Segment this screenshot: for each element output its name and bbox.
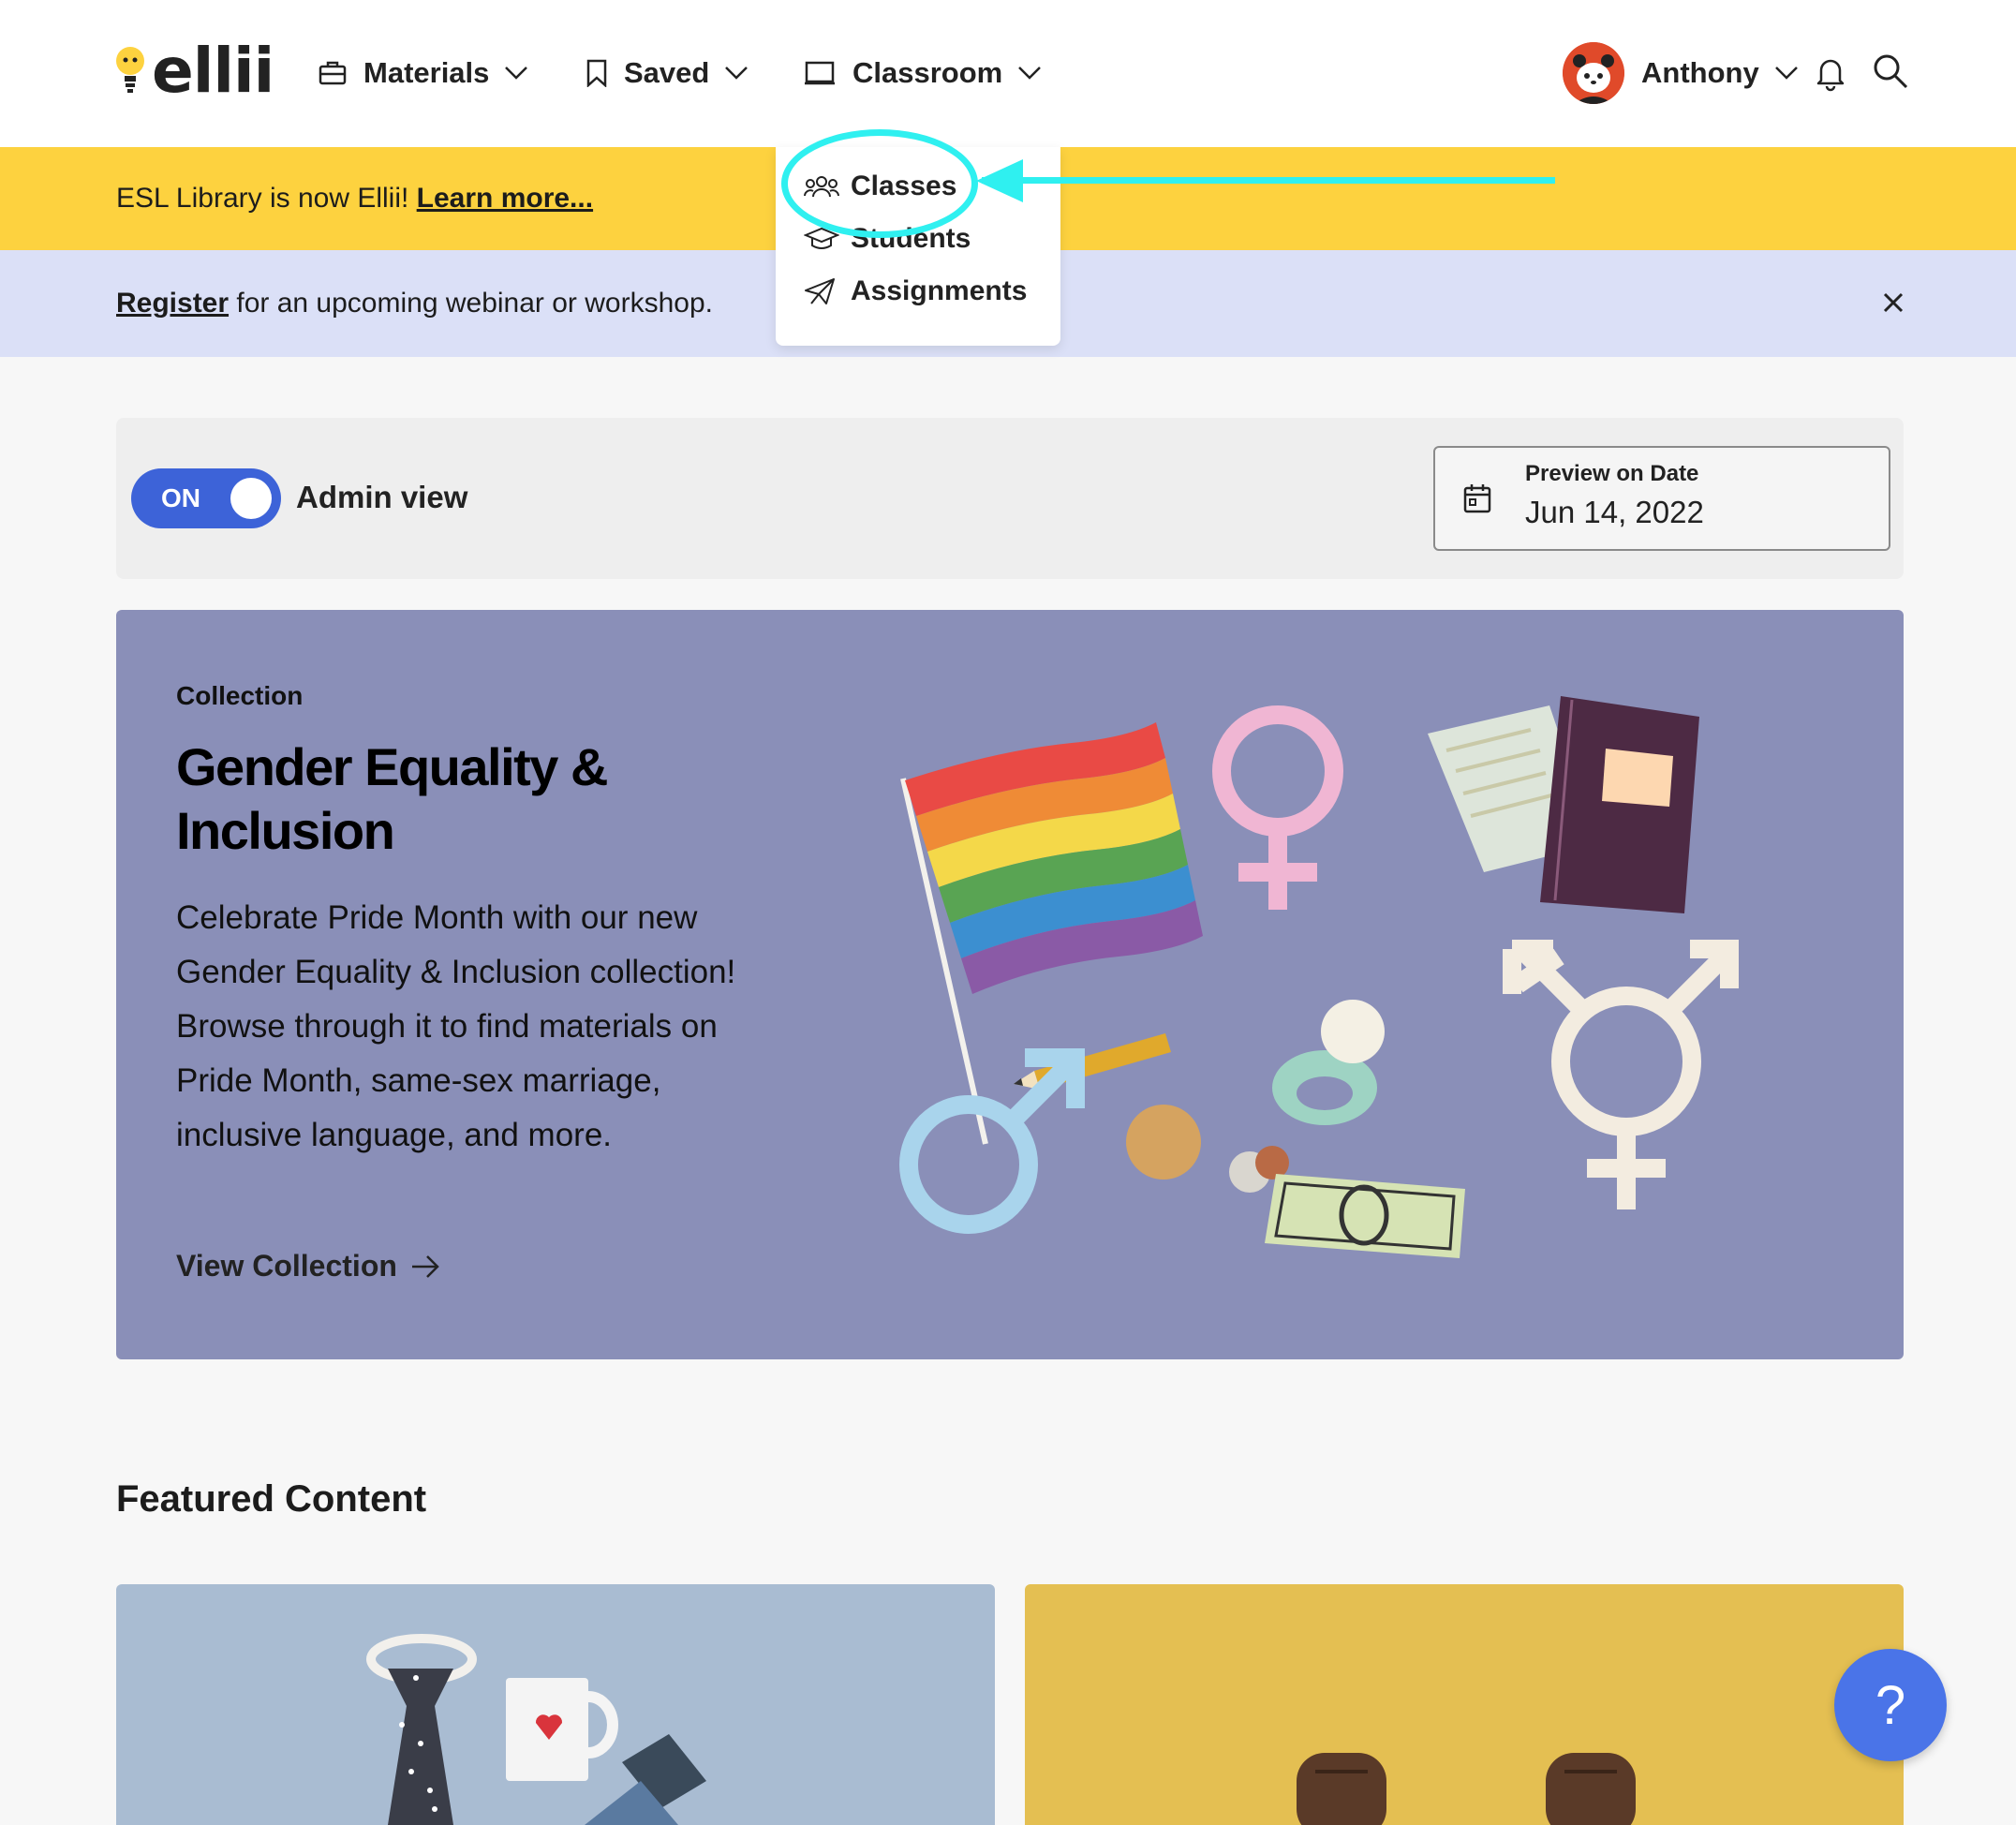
banknote-icon xyxy=(1265,1174,1465,1258)
notebook-icon xyxy=(1428,696,1699,913)
user-menu[interactable]: Anthony xyxy=(1563,41,1799,105)
rename-announcement-text: ESL Library is now Ellii! Learn more... xyxy=(116,183,593,215)
featured-card-2[interactable] xyxy=(1025,1584,1904,1825)
bookmark-icon xyxy=(586,59,607,87)
view-collection-link[interactable]: View Collection xyxy=(176,1249,440,1283)
briefcase-icon xyxy=(319,61,347,85)
avatar xyxy=(1563,42,1624,104)
hero-kicker: Collection xyxy=(176,681,304,710)
tie-and-mug-illustration xyxy=(366,1634,706,1825)
coin-icon xyxy=(1126,1105,1201,1180)
admin-view-toggle[interactable]: ON xyxy=(131,468,281,528)
user-name: Anthony xyxy=(1641,56,1759,89)
calendar-icon xyxy=(1463,484,1491,513)
preview-date-value: Jun 14, 2022 xyxy=(1525,495,1704,529)
chevron-down-icon xyxy=(1018,67,1042,80)
annotation-arrow-shaft xyxy=(982,177,1555,184)
hero-title: Gender Equality & Inclusion xyxy=(176,737,608,860)
learn-more-link[interactable]: Learn more... xyxy=(417,183,593,214)
panda-avatar-icon xyxy=(1563,42,1624,104)
close-icon[interactable] xyxy=(1877,287,1909,319)
toggle-state-label: ON xyxy=(161,483,200,512)
nav-saved-label: Saved xyxy=(624,56,710,89)
toggle-knob xyxy=(230,478,272,519)
rename-text: ESL Library is now Ellii! xyxy=(116,183,417,214)
webinar-banner-text: Register for an upcoming webinar or work… xyxy=(116,288,713,319)
gender-equality-illustration xyxy=(899,696,1739,1258)
nav-materials-label: Materials xyxy=(363,56,490,89)
view-collection-label: View Collection xyxy=(176,1249,397,1283)
transgender-symbol-icon xyxy=(1503,940,1739,1209)
menu-item-assignments[interactable]: Assignments xyxy=(804,271,1027,312)
arrow-right-icon xyxy=(411,1254,439,1278)
lightbulb-icon xyxy=(116,47,144,93)
chevron-down-icon xyxy=(1774,67,1798,80)
nav-classroom-label: Classroom xyxy=(852,56,1003,89)
register-link[interactable]: Register xyxy=(116,288,229,319)
admin-view-panel: ON Admin view Preview on Date Jun 14, 20… xyxy=(116,418,1904,579)
highlight-circle-annotation xyxy=(781,129,978,238)
admin-view-label: Admin view xyxy=(296,480,468,514)
bell-icon[interactable] xyxy=(1814,54,1847,92)
menu-item-assignments-label: Assignments xyxy=(851,275,1028,306)
preview-date-picker[interactable]: Preview on Date Jun 14, 2022 xyxy=(1433,446,1890,551)
nav-materials[interactable]: Materials xyxy=(319,47,528,99)
female-symbol-icon xyxy=(1212,705,1343,910)
nav-saved[interactable]: Saved xyxy=(586,47,749,99)
help-button[interactable]: ? xyxy=(1834,1649,1947,1761)
paper-plane-icon xyxy=(805,278,835,304)
ellii-logo[interactable]: ellii xyxy=(114,35,274,107)
coin-icon xyxy=(1255,1146,1289,1180)
hero-description: Celebrate Pride Month with our new Gende… xyxy=(176,899,736,1153)
logo-text: ellii xyxy=(152,34,274,107)
annotation-arrow-head xyxy=(976,159,1023,202)
male-symbol-icon xyxy=(899,1048,1085,1234)
chevron-down-icon xyxy=(505,67,528,80)
raised-fists-illustration xyxy=(1297,1753,1636,1825)
featured-content-heading: Featured Content xyxy=(116,1478,427,1520)
featured-card-1[interactable] xyxy=(116,1584,995,1825)
top-navigation: ellii Materials Saved Classroom Anthony xyxy=(0,0,2016,147)
rainbow-flag-icon xyxy=(905,722,1203,994)
chevron-down-icon xyxy=(725,67,749,80)
pacifier-icon xyxy=(1272,1000,1385,1125)
nav-classroom[interactable]: Classroom xyxy=(804,47,1042,99)
classroom-board-icon xyxy=(805,61,835,85)
register-text: for an upcoming webinar or workshop. xyxy=(229,288,713,319)
preview-date-label: Preview on Date xyxy=(1525,461,1699,486)
collection-hero: Collection Gender Equality & Inclusion C… xyxy=(116,610,1904,1359)
search-icon[interactable] xyxy=(1872,52,1909,90)
